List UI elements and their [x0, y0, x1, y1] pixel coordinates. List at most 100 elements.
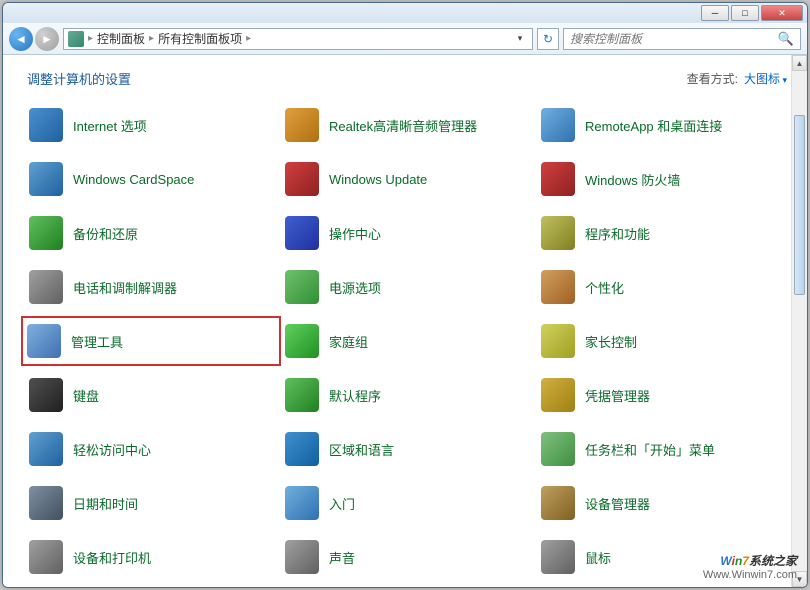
item-label: 鼠标 — [585, 548, 611, 567]
item-label: Realtek高清晰音频管理器 — [329, 116, 477, 135]
ease-of-access-icon — [29, 432, 63, 466]
view-by-label: 查看方式: — [687, 70, 738, 87]
search-icon[interactable]: 🔍 — [778, 31, 794, 47]
control-panel-item[interactable]: 日期和时间 — [27, 484, 275, 522]
control-panel-item[interactable]: 个性化 — [539, 268, 787, 306]
search-box[interactable]: 🔍 — [563, 28, 801, 50]
item-label: Windows CardSpace — [73, 172, 194, 187]
control-panel-item[interactable]: RemoteApp 和桌面连接 — [539, 106, 787, 144]
maximize-button[interactable]: □ — [731, 5, 759, 21]
forward-button[interactable]: ► — [35, 27, 59, 51]
items-grid: Internet 选项 Realtek高清晰音频管理器 RemoteApp 和桌面连… — [27, 106, 787, 576]
action-center-icon — [285, 216, 319, 250]
control-panel-item[interactable]: 管理工具 — [21, 316, 281, 366]
control-panel-item[interactable]: 设备和打印机 — [27, 538, 275, 576]
control-panel-item[interactable]: 电话和调制解调器 — [27, 268, 275, 306]
content-area: 调整计算机的设置 查看方式: 大图标 Internet 选项Realtek高清晰… — [3, 55, 807, 587]
phone-modem-icon — [29, 270, 63, 304]
date-time-icon — [29, 486, 63, 520]
item-label: RemoteApp 和桌面连接 — [585, 116, 722, 135]
item-label: 默认程序 — [329, 386, 381, 405]
item-label: 备份和还原 — [73, 224, 138, 243]
scrollbar[interactable]: ▲ ▼ — [791, 55, 807, 587]
control-panel-item[interactable]: 家长控制 — [539, 322, 787, 360]
control-panel-item[interactable]: 区域和语言 — [283, 430, 531, 468]
view-by-dropdown[interactable]: 大图标 — [744, 70, 787, 87]
control-panel-item[interactable]: 声音 — [283, 538, 531, 576]
back-button[interactable]: ◄ — [9, 27, 33, 51]
control-panel-item[interactable]: Realtek高清晰音频管理器 — [283, 106, 531, 144]
navigation-bar: ◄ ► ▸ 控制面板 ▸ 所有控制面板项 ▸ ▾ ↻ 🔍 — [3, 23, 807, 55]
item-label: 设备和打印机 — [73, 548, 151, 567]
control-panel-item[interactable]: Windows CardSpace — [27, 160, 275, 198]
firewall-icon — [541, 162, 575, 196]
internet-options-icon — [29, 108, 63, 142]
breadcrumb-separator-icon: ▸ — [246, 33, 251, 44]
item-label: 键盘 — [73, 386, 99, 405]
control-panel-item[interactable]: 操作中心 — [283, 214, 531, 252]
search-input[interactable] — [570, 32, 778, 46]
address-dropdown-icon[interactable]: ▾ — [512, 33, 528, 44]
item-label: 电源选项 — [329, 278, 381, 297]
remoteapp-icon — [541, 108, 575, 142]
item-label: 入门 — [329, 494, 355, 513]
admin-tools-icon — [27, 324, 61, 358]
address-bar[interactable]: ▸ 控制面板 ▸ 所有控制面板项 ▸ ▾ — [63, 28, 533, 50]
item-label: Windows 防火墙 — [585, 170, 680, 189]
view-by: 查看方式: 大图标 — [687, 70, 787, 87]
item-label: 区域和语言 — [329, 440, 394, 459]
breadcrumb-separator-icon: ▸ — [149, 33, 154, 44]
close-button[interactable]: ✕ — [761, 5, 803, 21]
item-label: 家长控制 — [585, 332, 637, 351]
mouse-icon — [541, 540, 575, 574]
control-panel-item[interactable]: 家庭组 — [283, 322, 531, 360]
control-panel-item[interactable]: 鼠标 — [539, 538, 787, 576]
item-label: 程序和功能 — [585, 224, 650, 243]
getting-started-icon — [285, 486, 319, 520]
item-label: 个性化 — [585, 278, 624, 297]
control-panel-window: ─ □ ✕ ◄ ► ▸ 控制面板 ▸ 所有控制面板项 ▸ ▾ ↻ 🔍 调整计算机… — [2, 2, 808, 588]
windows-update-icon — [285, 162, 319, 196]
control-panel-item[interactable]: 设备管理器 — [539, 484, 787, 522]
programs-features-icon — [541, 216, 575, 250]
breadcrumb-current[interactable]: 所有控制面板项 — [158, 30, 242, 47]
item-label: 电话和调制解调器 — [73, 278, 177, 297]
power-options-icon — [285, 270, 319, 304]
item-label: 家庭组 — [329, 332, 368, 351]
item-label: 声音 — [329, 548, 355, 567]
control-panel-item[interactable]: 备份和还原 — [27, 214, 275, 252]
sound-icon — [285, 540, 319, 574]
scroll-up-button[interactable]: ▲ — [792, 55, 807, 71]
control-panel-icon — [68, 31, 84, 47]
control-panel-item[interactable]: 入门 — [283, 484, 531, 522]
item-label: Windows Update — [329, 172, 427, 187]
backup-restore-icon — [29, 216, 63, 250]
realtek-audio-icon — [285, 108, 319, 142]
item-label: 轻松访问中心 — [73, 440, 151, 459]
personalization-icon — [541, 270, 575, 304]
cardspace-icon — [29, 162, 63, 196]
control-panel-item[interactable]: Windows 防火墙 — [539, 160, 787, 198]
refresh-button[interactable]: ↻ — [537, 28, 559, 50]
minimize-button[interactable]: ─ — [701, 5, 729, 21]
device-manager-icon — [541, 486, 575, 520]
control-panel-item[interactable]: 任务栏和「开始」菜单 — [539, 430, 787, 468]
scroll-down-button[interactable]: ▼ — [792, 571, 807, 587]
titlebar: ─ □ ✕ — [3, 3, 807, 23]
control-panel-item[interactable]: 键盘 — [27, 376, 275, 414]
keyboard-icon — [29, 378, 63, 412]
item-label: 日期和时间 — [73, 494, 138, 513]
scroll-thumb[interactable] — [794, 115, 805, 295]
devices-printers-icon — [29, 540, 63, 574]
control-panel-item[interactable]: Windows Update — [283, 160, 531, 198]
credential-manager-icon — [541, 378, 575, 412]
control-panel-item[interactable]: 轻松访问中心 — [27, 430, 275, 468]
homegroup-icon — [285, 324, 319, 358]
control-panel-item[interactable]: 程序和功能 — [539, 214, 787, 252]
control-panel-item[interactable]: 电源选项 — [283, 268, 531, 306]
breadcrumb-root[interactable]: 控制面板 — [97, 30, 145, 47]
parental-controls-icon — [541, 324, 575, 358]
control-panel-item[interactable]: 默认程序 — [283, 376, 531, 414]
control-panel-item[interactable]: Internet 选项 — [27, 106, 275, 144]
control-panel-item[interactable]: 凭据管理器 — [539, 376, 787, 414]
